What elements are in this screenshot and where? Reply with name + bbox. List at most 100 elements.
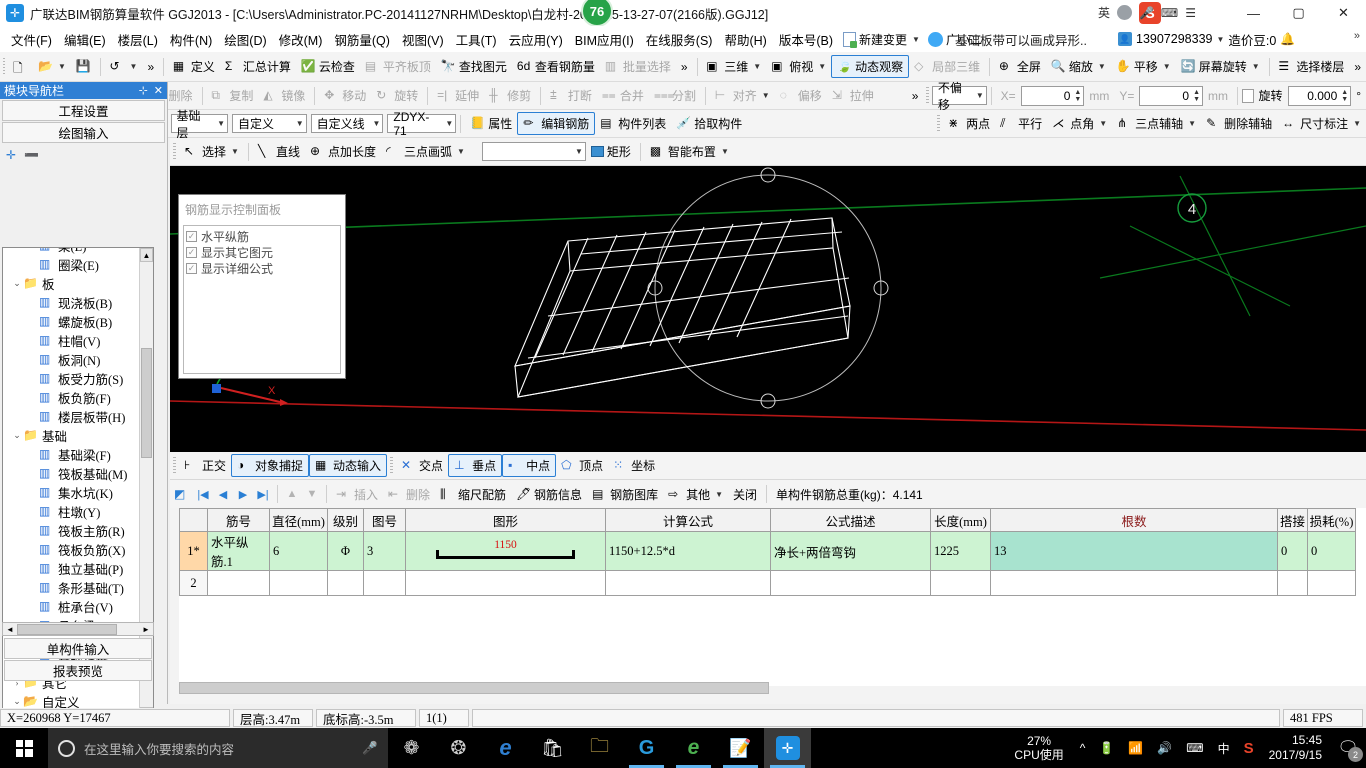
cell-rebar-name[interactable]: 水平纵筋.1 [207,531,270,571]
tree-item-16[interactable]: ▥ 筏板负筋(X) [3,540,153,559]
three-point-arc-button[interactable]: ◜ 三点画弧 ▼ [381,141,470,162]
menu-tools[interactable]: 工具(T) [450,27,503,52]
ime-menu-icon[interactable]: ☰ [1185,6,1196,20]
microphone-icon[interactable]: 🎤 [362,741,378,756]
chevron-down-icon[interactable]: ▼ [1098,62,1106,71]
tree-item-12[interactable]: ▥ 筏板基础(M) [3,464,153,483]
coordinate-snap-toggle[interactable]: ⁙ 坐标 [608,455,660,476]
cell-description[interactable] [770,570,931,596]
chevron-down-icon[interactable]: ▼ [457,147,465,156]
tree-item-14[interactable]: ▥ 柱墩(Y) [3,502,153,521]
rebar-option-row[interactable]: ✓ 显示详细公式 [186,260,340,276]
tree-item-13[interactable]: ▥ 集水坑(K) [3,483,153,502]
offset-mode-select[interactable]: 不偏移 ▼ [931,81,987,112]
close-icon[interactable]: ✕ [154,84,163,97]
midpoint-snap-toggle[interactable]: ▪ 中点 [502,454,557,477]
cell-grade[interactable]: Φ [327,531,364,571]
ime-mode-icon[interactable]: 中 [1211,728,1237,768]
two-point-axis-button[interactable]: ⋇ 两点 [943,113,995,134]
update-badge[interactable]: 76 [581,0,613,27]
spinner-arrows-icon[interactable]: ▲ ▼ [1074,89,1081,103]
cell-diameter[interactable] [269,570,328,596]
chevron-down-icon[interactable]: ▼ [1099,119,1107,128]
bell-icon[interactable]: 🔔 [1280,32,1295,46]
th-count[interactable]: 根数 [990,508,1278,532]
scroll-up-icon[interactable]: ▲ [140,248,153,262]
th-diameter[interactable]: 直径(mm) [269,508,328,532]
chevron-down-icon[interactable]: ▼ [1252,62,1260,71]
cell-shape[interactable]: 1150 [405,531,606,571]
rebar-display-control-panel[interactable]: 钢筋显示控制面板 ✓ 水平纵筋 ✓ 显示其它图元 ✓ 显示详细公式 [178,194,346,379]
point-length-button[interactable]: ⊕ 点加长度 [305,141,381,162]
delete-row-button[interactable]: ⇤ 删除 [383,484,435,505]
cortana-icon[interactable] [58,739,75,757]
tree-item-0[interactable]: ▥梁(L) [3,248,153,255]
taskbar-app-edge[interactable]: e [482,728,529,768]
chevron-down-icon[interactable]: ⌄ [11,430,23,441]
toolbar2-overflow[interactable]: » [907,87,924,105]
menu-rebar-qty[interactable]: 钢筋量(Q) [328,27,396,52]
nav-button-single-component-input[interactable]: 单构件输入 [4,638,152,659]
cell-loss[interactable] [1307,570,1356,596]
tree-item-11[interactable]: ▥ 基础梁(F) [3,445,153,464]
tree-item-1[interactable]: ▥ 圈梁(E) [3,255,153,274]
chevron-down-icon[interactable]: ▼ [715,490,723,499]
volume-icon[interactable]: 🔊 [1150,728,1179,768]
stretch-button[interactable]: ⇲ 拉伸 [827,85,879,106]
th-formula[interactable]: 计算公式 [605,508,771,532]
checkbox-checked-icon[interactable]: ✓ [186,246,197,258]
notification-center-button[interactable]: 🗨 2 [1330,728,1366,768]
tray-expand-icon[interactable]: ^ [1073,728,1093,768]
tree-item-6[interactable]: ▥ 板洞(N) [3,350,153,369]
rebar-option-row[interactable]: ✓ 显示其它图元 [186,244,340,260]
toolbar-grip[interactable] [937,114,941,133]
th-length[interactable]: 长度(mm) [930,508,991,532]
chevron-down-icon[interactable]: ▼ [912,35,920,44]
spinner-arrows-icon[interactable]: ▲ ▼ [1341,89,1348,103]
tree-item-8[interactable]: ▥ 板负筋(F) [3,388,153,407]
panel-drag-icon[interactable]: ◩ [174,487,189,502]
dimension-button[interactable]: ↔ 尺寸标注 ▼ [1277,113,1366,134]
vertex-snap-toggle[interactable]: ⬠ 顶点 [556,455,608,476]
th-rebar-name[interactable]: 筋号 [207,508,270,532]
taskbar-app-browser-g[interactable]: G [623,728,670,768]
cell-lap[interactable] [1277,570,1308,596]
chevron-down-icon[interactable]: ▼ [217,119,225,128]
start-button[interactable] [0,728,48,768]
rebar-table[interactable]: 筋号 直径(mm) 级别 图号 图形 计算公式 公式描述 长度(mm) 根数 搭… [179,508,1356,596]
nav-button-project-settings[interactable]: 工程设置 [2,100,165,121]
pin-icon[interactable]: ⊹ [139,84,148,97]
chevron-down-icon[interactable]: ▼ [721,147,729,156]
parallel-axis-button[interactable]: ⫽ 平行 [995,113,1047,134]
cell-lap[interactable]: 0 [1277,531,1308,571]
cell-formula[interactable] [605,570,771,596]
line-tool-button[interactable]: ╲ 直线 [253,141,305,162]
chevron-down-icon[interactable]: ▼ [231,147,239,156]
pick-component-button[interactable]: 💉 拾取构件 [671,113,747,134]
menu-edit[interactable]: 编辑(E) [58,27,112,52]
chevron-down-icon[interactable]: ▼ [58,62,66,71]
prev-record-icon[interactable]: ◀ [213,484,233,504]
y-offset-input[interactable]: 0 ▲ ▼ [1139,85,1204,106]
ime-mic-icon[interactable]: 🎤 [1139,6,1154,20]
cell-loss[interactable]: 0 [1307,531,1356,571]
th-figure-no[interactable]: 图号 [363,508,406,532]
tree-horizontal-scrollbar[interactable]: ◄ ► [2,622,154,636]
orbit-button[interactable]: 🍃 动态观察 [831,55,910,78]
next-record-icon[interactable]: ▶ [233,484,253,504]
top-view-button[interactable]: ▣ 俯视 ▼ [766,56,831,77]
toolbar-grip[interactable] [390,456,394,475]
first-record-icon[interactable]: |◀ [193,484,213,504]
ortho-toggle[interactable]: ⊦ 正交 [179,455,231,476]
tree-item-15[interactable]: ▥ 筏板主筋(R) [3,521,153,540]
delete-axis-button[interactable]: ✎ 删除辅轴 [1201,113,1277,134]
chevron-down-icon[interactable]: ▼ [762,91,770,100]
cell-grade[interactable] [327,570,364,596]
fullscreen-button[interactable]: ⊕ 全屏 [994,56,1046,77]
keyboard-icon[interactable]: ⌨ [1179,728,1210,768]
checkbox-checked-icon[interactable]: ✓ [186,230,197,242]
rebar-library-button[interactable]: ▤ 钢筋图库 [587,484,663,505]
offset-button[interactable]: ◌ 偏移 [775,85,827,106]
toolbar1-right-overflow[interactable]: » [1349,58,1366,76]
file-toolbar-overflow[interactable]: » [142,58,159,76]
